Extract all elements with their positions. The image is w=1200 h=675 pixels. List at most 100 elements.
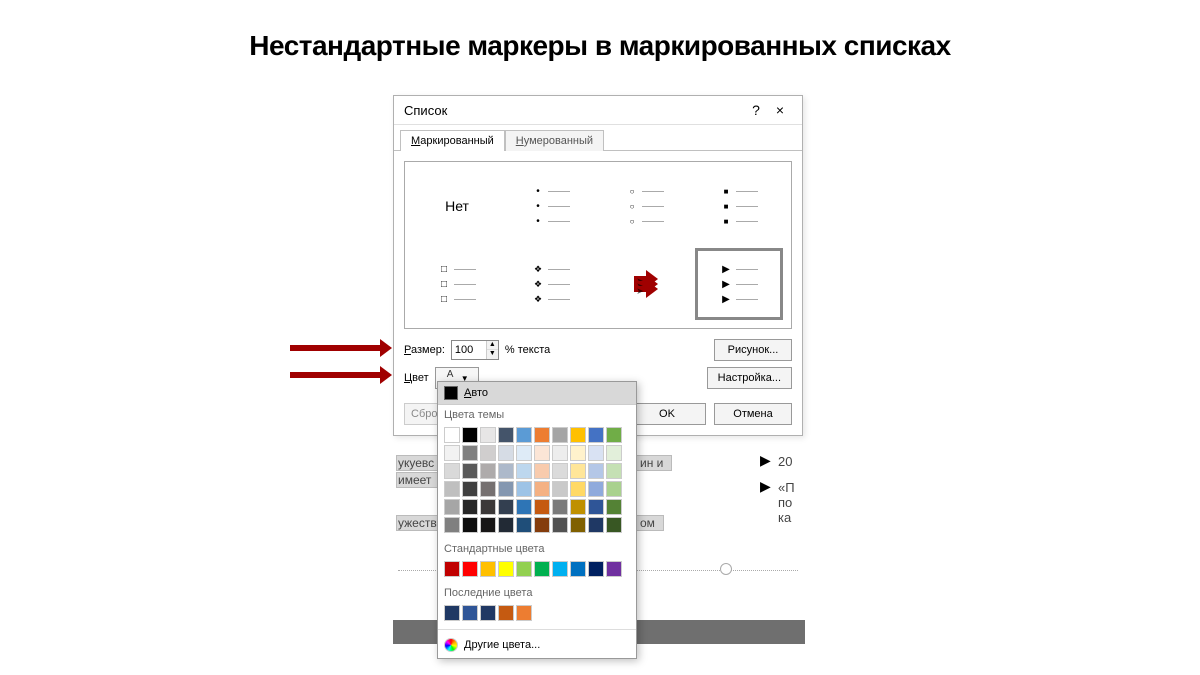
reset-button[interactable]: Сбро [404, 403, 440, 425]
theme-color-swatch[interactable] [516, 445, 532, 461]
theme-color-swatch[interactable] [516, 481, 532, 497]
standard-color-swatch[interactable] [480, 561, 496, 577]
bullet-option-square-outline[interactable] [413, 248, 501, 320]
theme-color-swatch[interactable] [498, 427, 514, 443]
theme-color-swatch[interactable] [498, 445, 514, 461]
theme-color-swatch[interactable] [588, 481, 604, 497]
theme-color-swatch[interactable] [444, 427, 460, 443]
standard-color-grid [438, 559, 636, 583]
theme-color-swatch[interactable] [588, 427, 604, 443]
dialog-tabs: Маркированный Нумерованный [394, 125, 802, 151]
cancel-button[interactable]: Отмена [714, 403, 792, 425]
theme-color-swatch[interactable] [570, 481, 586, 497]
standard-color-swatch[interactable] [570, 561, 586, 577]
theme-color-swatch[interactable] [552, 427, 568, 443]
theme-color-swatch[interactable] [498, 481, 514, 497]
theme-color-swatch[interactable] [570, 445, 586, 461]
theme-color-swatch[interactable] [498, 463, 514, 479]
bullet-option-triangle[interactable] [695, 248, 783, 320]
theme-color-swatch[interactable] [480, 463, 496, 479]
theme-color-swatch[interactable] [534, 499, 550, 515]
theme-color-swatch[interactable] [516, 499, 532, 515]
bullet-option-none[interactable]: Нет [413, 170, 501, 242]
theme-color-swatch[interactable] [570, 517, 586, 533]
more-colors[interactable]: Другие цвета... [438, 632, 636, 658]
theme-color-swatch[interactable] [480, 445, 496, 461]
theme-color-swatch[interactable] [552, 499, 568, 515]
theme-color-swatch[interactable] [516, 427, 532, 443]
standard-color-swatch[interactable] [462, 561, 478, 577]
theme-color-swatch[interactable] [606, 445, 622, 461]
theme-color-swatch[interactable] [444, 445, 460, 461]
customize-button[interactable]: Настройка... [707, 367, 792, 389]
theme-color-swatch[interactable] [588, 445, 604, 461]
theme-color-swatch[interactable] [462, 481, 478, 497]
recent-color-swatch[interactable] [480, 605, 496, 621]
theme-color-swatch[interactable] [588, 499, 604, 515]
recent-color-swatch[interactable] [444, 605, 460, 621]
theme-color-swatch[interactable] [444, 463, 460, 479]
tab-bulleted[interactable]: Маркированный [400, 130, 505, 151]
theme-color-swatch[interactable] [480, 481, 496, 497]
theme-color-swatch[interactable] [462, 517, 478, 533]
theme-color-swatch[interactable] [480, 517, 496, 533]
standard-color-swatch[interactable] [534, 561, 550, 577]
standard-color-swatch[interactable] [588, 561, 604, 577]
picture-button[interactable]: Рисунок... [714, 339, 792, 361]
theme-color-swatch[interactable] [552, 463, 568, 479]
bullet-option-dot[interactable] [507, 170, 595, 242]
close-icon[interactable]: × [768, 102, 792, 118]
theme-color-swatch[interactable] [552, 517, 568, 533]
recent-color-swatch[interactable] [498, 605, 514, 621]
theme-color-swatch[interactable] [462, 499, 478, 515]
recent-color-swatch[interactable] [516, 605, 532, 621]
theme-color-swatch[interactable] [444, 481, 460, 497]
theme-color-swatch[interactable] [534, 445, 550, 461]
size-input[interactable] [452, 344, 486, 356]
theme-color-swatch[interactable] [570, 427, 586, 443]
bullet-option-diamond[interactable] [507, 248, 595, 320]
theme-color-swatch[interactable] [552, 445, 568, 461]
theme-color-swatch[interactable] [606, 517, 622, 533]
theme-color-swatch[interactable] [498, 517, 514, 533]
theme-color-swatch[interactable] [606, 463, 622, 479]
theme-color-swatch[interactable] [570, 463, 586, 479]
theme-color-swatch[interactable] [462, 463, 478, 479]
theme-color-swatch[interactable] [552, 481, 568, 497]
theme-color-swatch[interactable] [534, 463, 550, 479]
theme-color-swatch[interactable] [480, 499, 496, 515]
tab-bulleted-rest: аркированный [420, 135, 493, 147]
theme-color-swatch[interactable] [498, 499, 514, 515]
tab-numbered[interactable]: Нумерованный [505, 130, 604, 151]
ok-button[interactable]: OK [628, 403, 706, 425]
bullet-option-arrow-outline[interactable] [601, 248, 689, 320]
theme-color-swatch[interactable] [588, 463, 604, 479]
color-auto[interactable]: Авто [438, 382, 636, 405]
theme-color-swatch[interactable] [606, 481, 622, 497]
theme-color-swatch[interactable] [516, 463, 532, 479]
spinner-up-icon[interactable]: ▲ [487, 341, 498, 350]
theme-color-swatch[interactable] [534, 517, 550, 533]
standard-color-swatch[interactable] [498, 561, 514, 577]
theme-color-swatch[interactable] [570, 499, 586, 515]
theme-color-swatch[interactable] [516, 517, 532, 533]
theme-color-swatch[interactable] [606, 499, 622, 515]
recent-color-swatch[interactable] [462, 605, 478, 621]
theme-color-swatch[interactable] [606, 427, 622, 443]
theme-color-swatch[interactable] [534, 481, 550, 497]
bullet-option-square-filled[interactable] [695, 170, 783, 242]
standard-color-swatch[interactable] [552, 561, 568, 577]
theme-color-swatch[interactable] [480, 427, 496, 443]
theme-color-swatch[interactable] [534, 427, 550, 443]
spinner-down-icon[interactable]: ▼ [487, 350, 498, 359]
bullet-option-circle[interactable] [601, 170, 689, 242]
standard-color-swatch[interactable] [516, 561, 532, 577]
theme-color-swatch[interactable] [444, 499, 460, 515]
standard-color-swatch[interactable] [606, 561, 622, 577]
theme-color-swatch[interactable] [444, 517, 460, 533]
theme-color-swatch[interactable] [462, 427, 478, 443]
standard-color-swatch[interactable] [444, 561, 460, 577]
theme-color-swatch[interactable] [588, 517, 604, 533]
help-icon[interactable]: ? [744, 102, 768, 118]
theme-color-swatch[interactable] [462, 445, 478, 461]
